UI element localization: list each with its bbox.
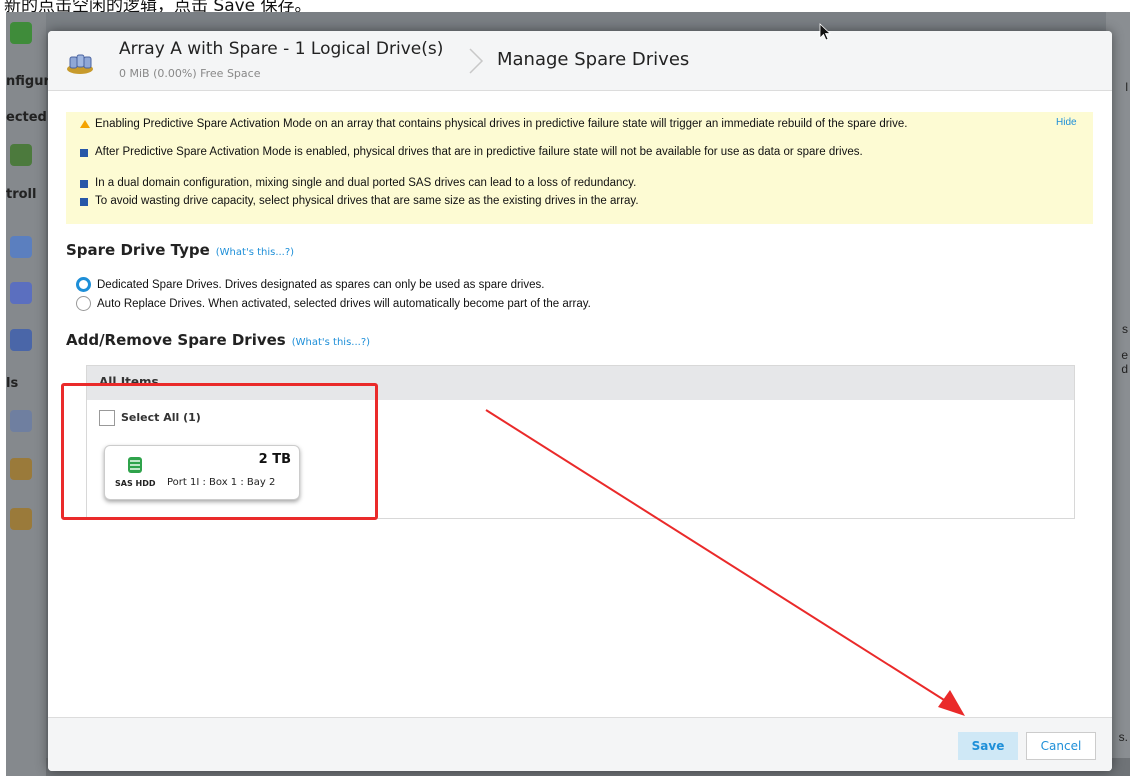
bg-section-selected: ected	[6, 110, 47, 125]
select-all-checkbox[interactable]: Select All (1)	[99, 410, 201, 426]
bg-fragment: s.	[1118, 730, 1128, 744]
radio-button[interactable]	[76, 296, 91, 311]
radio-label: Dedicated Spare Drives. Drives designate…	[97, 279, 545, 291]
array-title: Array A with Spare - 1 Logical Drive(s)	[119, 39, 444, 59]
save-button[interactable]: Save	[958, 732, 1018, 760]
physical-drive-card[interactable]: 2 TB SAS HDD Port 1I : Box 1 : Bay 2	[104, 445, 300, 500]
bg-fragment: l	[1125, 80, 1128, 94]
page-title: Manage Spare Drives	[497, 49, 690, 70]
array-icon	[67, 54, 93, 74]
select-all-label: Select All (1)	[121, 411, 201, 424]
section-title: Spare Drive Type	[66, 241, 210, 259]
info-bullet-icon	[80, 180, 88, 188]
warning-box: Enabling Predictive Spare Activation Mod…	[66, 112, 1093, 224]
drive-icon	[10, 282, 32, 304]
radio-label: Auto Replace Drives. When activated, sel…	[97, 298, 591, 310]
panel-header: All Items	[87, 366, 1074, 400]
warning-text: In a dual domain configuration, mixing s…	[95, 177, 637, 189]
bg-section-tools: ls	[6, 376, 19, 391]
warning-item: Enabling Predictive Spare Activation Mod…	[80, 118, 1030, 130]
bg-fragment: d	[1121, 362, 1128, 376]
server-icon	[10, 22, 32, 44]
manage-spare-drives-dialog: Array A with Spare - 1 Logical Drive(s) …	[48, 31, 1112, 771]
dialog-header: Array A with Spare - 1 Logical Drive(s) …	[48, 31, 1112, 91]
drive-type: SAS HDD	[115, 479, 156, 488]
cancel-button[interactable]: Cancel	[1026, 732, 1096, 760]
spare-drive-type-heading: Spare Drive Type (What's this...?)	[66, 241, 294, 259]
section-title: Add/Remove Spare Drives	[66, 331, 286, 349]
warning-item: To avoid wasting drive capacity, select …	[80, 195, 1030, 207]
tool-icon	[10, 508, 32, 530]
controller-icon	[10, 144, 32, 166]
whats-this-link[interactable]: (What's this...?)	[292, 337, 370, 348]
info-bullet-icon	[80, 149, 88, 157]
caption-strip: 新的点击空闲的逻辑，点击 Save 保存。	[0, 0, 1130, 12]
tool-icon	[10, 458, 32, 480]
drive-icon	[10, 329, 32, 351]
checkbox-icon[interactable]	[99, 410, 115, 426]
panel-header-label: All Items	[99, 375, 159, 389]
dialog-footer: Save Cancel	[48, 717, 1112, 771]
tool-icon	[10, 410, 32, 432]
drive-size: 2 TB	[258, 452, 291, 467]
array-free-space: 0 MiB (0.00%) Free Space	[119, 67, 261, 80]
radio-auto-replace[interactable]: Auto Replace Drives. When activated, sel…	[76, 296, 591, 311]
warning-text: To avoid wasting drive capacity, select …	[95, 195, 639, 207]
info-bullet-icon	[80, 198, 88, 206]
warning-item: After Predictive Spare Activation Mode i…	[80, 146, 1030, 158]
background-sidebar: nfigur ected troll ls	[6, 12, 50, 776]
whats-this-link[interactable]: (What's this...?)	[216, 247, 294, 258]
bg-fragment: e	[1121, 348, 1128, 362]
radio-button-selected[interactable]	[76, 277, 91, 292]
hide-warnings-link[interactable]: Hide	[1056, 117, 1077, 128]
bg-section-controller: troll	[6, 187, 37, 202]
bg-fragment: s	[1122, 322, 1128, 336]
warning-text: Enabling Predictive Spare Activation Mod…	[95, 118, 908, 130]
warning-item: In a dual domain configuration, mixing s…	[80, 177, 1030, 189]
add-remove-spare-heading: Add/Remove Spare Drives (What's this...?)	[66, 331, 370, 349]
radio-dedicated-spare[interactable]: Dedicated Spare Drives. Drives designate…	[76, 277, 545, 292]
caption-text: 新的点击空闲的逻辑，点击 Save 保存。	[4, 0, 312, 12]
warning-icon	[80, 120, 90, 128]
drive-location: Port 1I : Box 1 : Bay 2	[167, 477, 276, 488]
warning-text: After Predictive Spare Activation Mode i…	[95, 146, 863, 158]
bg-section-configure: nfigur	[6, 74, 50, 89]
drive-icon	[10, 236, 32, 258]
chevron-right-icon	[469, 48, 484, 74]
hdd-icon	[128, 457, 142, 473]
drive-picker-panel: All Items Select All (1) 2 TB SAS HDD Po…	[86, 365, 1075, 519]
